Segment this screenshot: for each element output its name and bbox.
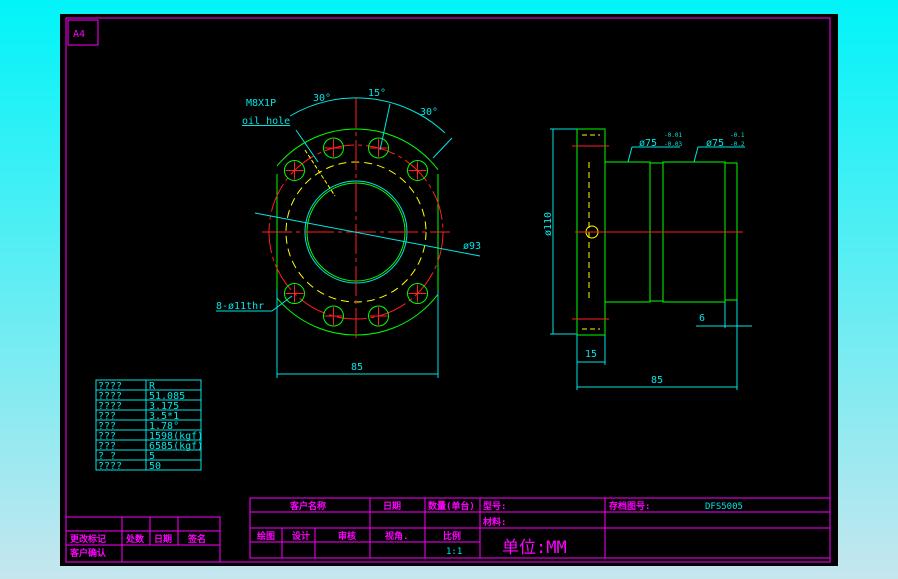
signature-label: 签名 <box>187 533 206 545</box>
dia-fit-tol-lower: -0.03 <box>664 141 682 148</box>
angle-left-label: 30° <box>313 93 331 104</box>
dia-body-tol-lower: -0.2 <box>730 141 745 148</box>
border <box>65 17 831 563</box>
angle-right-label: 30° <box>420 107 438 118</box>
customer-confirm-label: 客户确认 <box>69 547 107 559</box>
spec-table: ???? R???? 51.085???? 3.175 ??? 3.5*1 ??? 1.7… <box>95 379 203 472</box>
cad-drawing: A4 30° 15° 30° M8X1P oil hole ø93 8-ø11t… <box>65 17 831 563</box>
angle-mid-label: 15° <box>368 88 386 99</box>
design-label: 设计 <box>292 530 310 542</box>
dia-fit-tol-upper: -0.01 <box>664 132 682 139</box>
spec-label: ???? <box>98 461 122 472</box>
dia-body-tol-upper: -0.1 <box>730 132 745 139</box>
drawn-label: 绘图 <box>257 530 275 542</box>
pcd-label: ø93 <box>463 241 481 252</box>
quantity-label: 数量(单台) <box>428 500 475 512</box>
scale-label: 比例 <box>443 530 461 542</box>
length-dim: 85 <box>651 375 663 386</box>
size-label: A4 <box>73 29 85 40</box>
holes-label: 8-ø11thr <box>216 301 264 312</box>
side-view: ø110 ø75 -0.01 -0.03 ø75 -0.1 -0.2 6 15 … <box>543 128 752 390</box>
date-label: 日期 <box>383 500 401 512</box>
spec-value: 50 <box>149 461 161 472</box>
drawing-sheet: A4 30° 15° 30° M8X1P oil hole ø93 8-ø11t… <box>60 14 838 566</box>
front-view: 30° 15° 30° M8X1P oil hole ø93 8-ø11thr … <box>216 88 481 378</box>
dia-fit: ø75 <box>639 138 657 149</box>
model-label: 型号: <box>483 500 506 512</box>
change-mark-label: 更改标记 <box>70 533 106 545</box>
oil-hole-thread: M8X1P <box>246 98 276 109</box>
flange-dia: ø110 <box>543 212 554 236</box>
oil-hole-label: oil hole <box>242 116 290 127</box>
customer-name-label: 客户名称 <box>289 500 326 512</box>
material-label: 材料: <box>482 516 506 528</box>
drawing-no: DFS5005 <box>705 502 743 512</box>
unit-label: 单位:MM <box>502 538 567 558</box>
count-label: 处数 <box>125 533 145 545</box>
width-dim: 85 <box>351 362 363 373</box>
dia-body: ø75 <box>706 138 724 149</box>
rev-date-label: 日期 <box>154 533 172 545</box>
drawing-no-label: 存档图号: <box>609 500 650 512</box>
end-width: 6 <box>699 313 705 324</box>
review-label: 审核 <box>338 530 356 542</box>
flange-thickness: 15 <box>585 349 597 360</box>
view-angle-label: 视角. <box>385 530 408 542</box>
scale-value: 1:1 <box>446 547 462 557</box>
